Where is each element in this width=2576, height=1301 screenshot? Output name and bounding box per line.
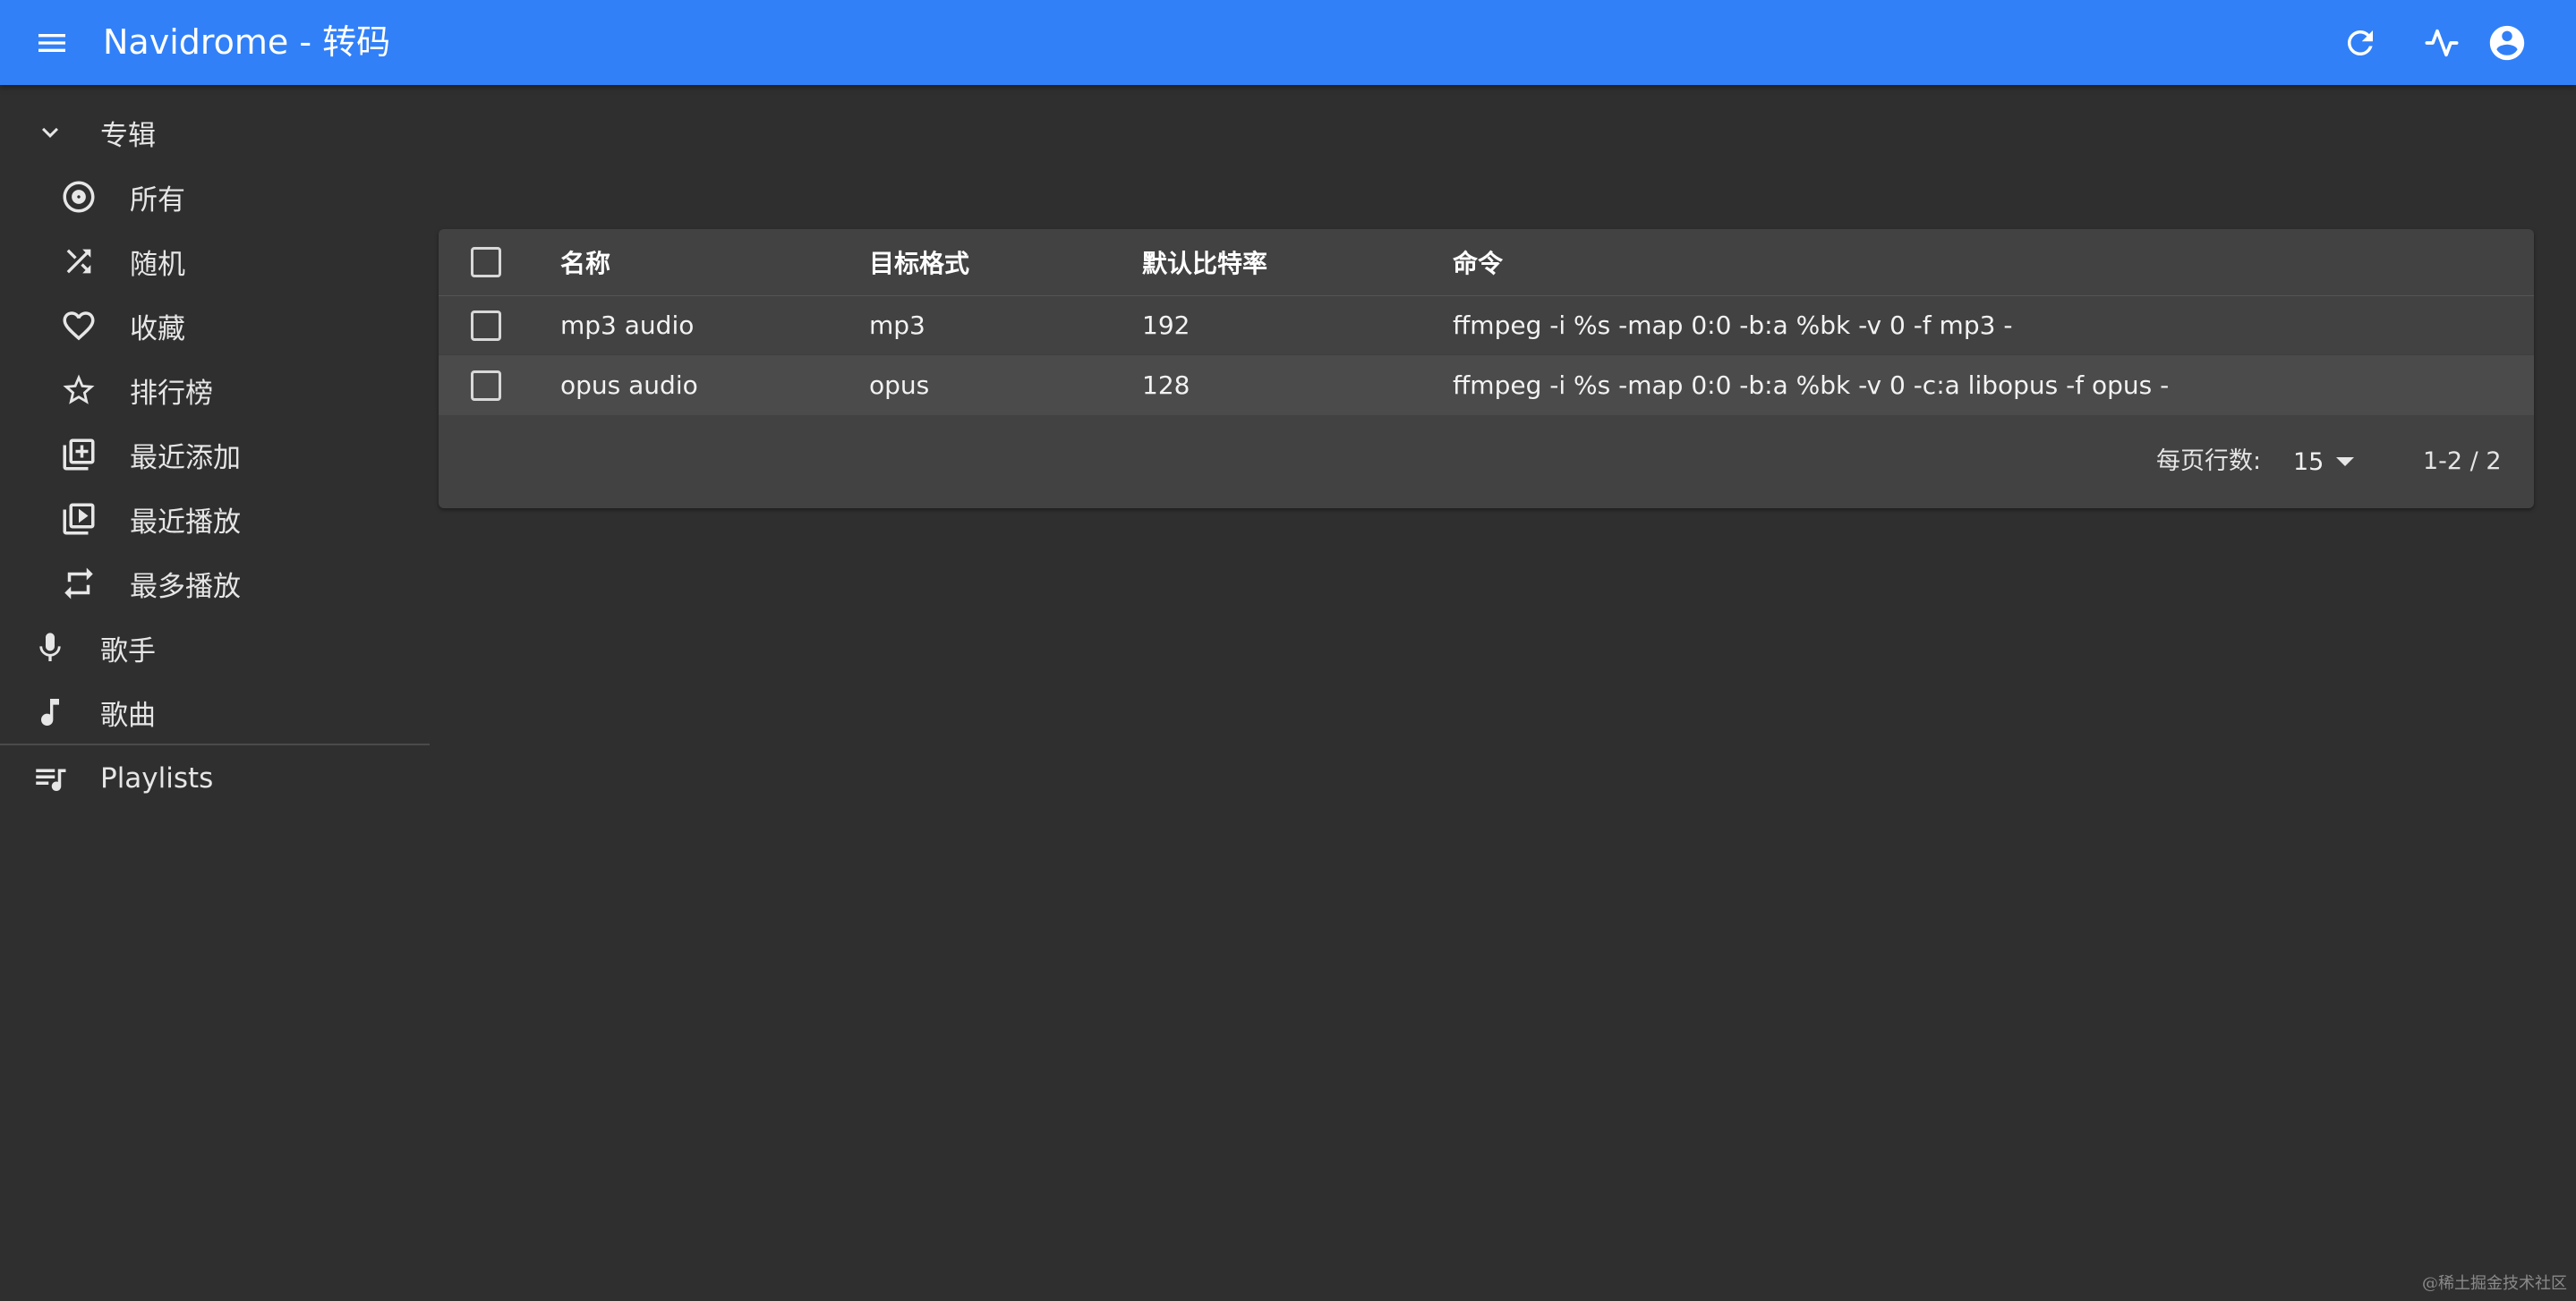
rows-per-page-label: 每页行数: <box>2156 447 2262 475</box>
rows-per-page-select[interactable]: 15 <box>2293 442 2355 481</box>
star-icon <box>59 370 98 410</box>
library-add-icon <box>59 435 98 474</box>
sidebar-item-songs[interactable]: 歌曲 <box>0 680 430 744</box>
page-title: Navidrome - 转码 <box>103 22 391 62</box>
cell-default-bitrate: 192 <box>1142 310 1190 340</box>
menu-icon <box>38 34 65 52</box>
sidebar-item-label: 随机 <box>130 248 185 281</box>
watermark: @稀土掘金技术社区 <box>2422 1274 2567 1293</box>
cell-target-format: mp3 <box>869 310 925 340</box>
account-circle-icon <box>2489 25 2525 61</box>
table-header: 名称 目标格式 默认比特率 命令 <box>439 229 2534 296</box>
menu-button[interactable] <box>27 20 77 66</box>
pagination-range: 1-2 / 2 <box>2423 447 2502 475</box>
sidebar-item-all[interactable]: 所有 <box>0 165 430 229</box>
app-bar: Navidrome - 转码 <box>0 0 2576 85</box>
column-header-name[interactable]: 名称 <box>560 244 610 280</box>
sidebar-divider <box>0 744 430 745</box>
chevron-down-icon <box>30 113 70 152</box>
activity-icon <box>2425 29 2459 57</box>
sidebar-item-label: 歌曲 <box>100 699 156 732</box>
table-row[interactable]: opus audio opus 128 ffmpeg -i %s -map 0:… <box>439 355 2534 415</box>
sidebar-item-label: 收藏 <box>130 312 185 345</box>
video-library-icon <box>59 499 98 539</box>
sidebar-item-favourites[interactable]: 收藏 <box>0 293 430 358</box>
sidebar-item-label: Playlists <box>100 762 214 795</box>
mic-icon <box>30 628 70 668</box>
sidebar-item-most-played[interactable]: 最多播放 <box>0 551 430 616</box>
column-header-default-bitrate[interactable]: 默认比特率 <box>1142 244 1267 280</box>
rows-per-page-value: 15 <box>2293 447 2324 476</box>
row-checkbox[interactable] <box>471 370 501 401</box>
sidebar-item-artists[interactable]: 歌手 <box>0 616 430 680</box>
sidebar-item-recently-played[interactable]: 最近播放 <box>0 487 430 551</box>
row-checkbox[interactable] <box>471 310 501 341</box>
cell-command: ffmpeg -i %s -map 0:0 -b:a %bk -v 0 -c:a… <box>1453 370 2170 400</box>
sidebar-item-playlists[interactable]: Playlists <box>0 746 430 811</box>
cell-name: opus audio <box>560 370 698 400</box>
repeat-icon <box>59 564 98 603</box>
sidebar-item-label: 专辑 <box>100 119 156 152</box>
column-header-target-format[interactable]: 目标格式 <box>869 244 969 280</box>
transcoding-table: 名称 目标格式 默认比特率 命令 mp3 audio mp3 192 ffmpe… <box>439 229 2534 508</box>
sidebar-item-albums[interactable]: 专辑 <box>0 100 430 165</box>
album-icon <box>59 177 98 217</box>
cell-name: mp3 audio <box>560 310 695 340</box>
sidebar-item-label: 歌手 <box>100 634 156 668</box>
sidebar-item-recently-added[interactable]: 最近添加 <box>0 422 430 487</box>
heart-icon <box>59 306 98 345</box>
cell-default-bitrate: 128 <box>1142 370 1190 400</box>
sidebar-item-label: 最多播放 <box>130 570 241 603</box>
table-row[interactable]: mp3 audio mp3 192 ffmpeg -i %s -map 0:0 … <box>439 296 2534 355</box>
shuffle-icon <box>59 242 98 281</box>
column-header-command[interactable]: 命令 <box>1453 244 1503 280</box>
pagination: 每页行数: 15 1-2 / 2 <box>439 415 2534 508</box>
sidebar-item-top-rated[interactable]: 排行榜 <box>0 358 430 422</box>
sidebar-item-label: 最近添加 <box>130 441 241 474</box>
cell-target-format: opus <box>869 370 930 400</box>
activity-button[interactable] <box>2418 20 2465 66</box>
sidebar: 专辑 所有 随机 收藏 排行榜 最近添加 最近播放 最多播放 歌手 歌曲 Pla… <box>0 85 430 1301</box>
select-all-checkbox[interactable] <box>471 247 501 277</box>
sidebar-item-label: 所有 <box>130 183 185 217</box>
sidebar-item-random[interactable]: 随机 <box>0 229 430 293</box>
music-note-icon <box>30 693 70 732</box>
account-button[interactable] <box>2484 20 2530 66</box>
dropdown-arrow-icon <box>2336 457 2355 466</box>
queue-music-icon <box>30 759 70 798</box>
sidebar-item-label: 排行榜 <box>130 377 213 410</box>
refresh-button[interactable] <box>2337 20 2384 66</box>
cell-command: ffmpeg -i %s -map 0:0 -b:a %bk -v 0 -f m… <box>1453 310 2013 340</box>
refresh-icon <box>2348 30 2373 55</box>
sidebar-item-label: 最近播放 <box>130 506 241 539</box>
